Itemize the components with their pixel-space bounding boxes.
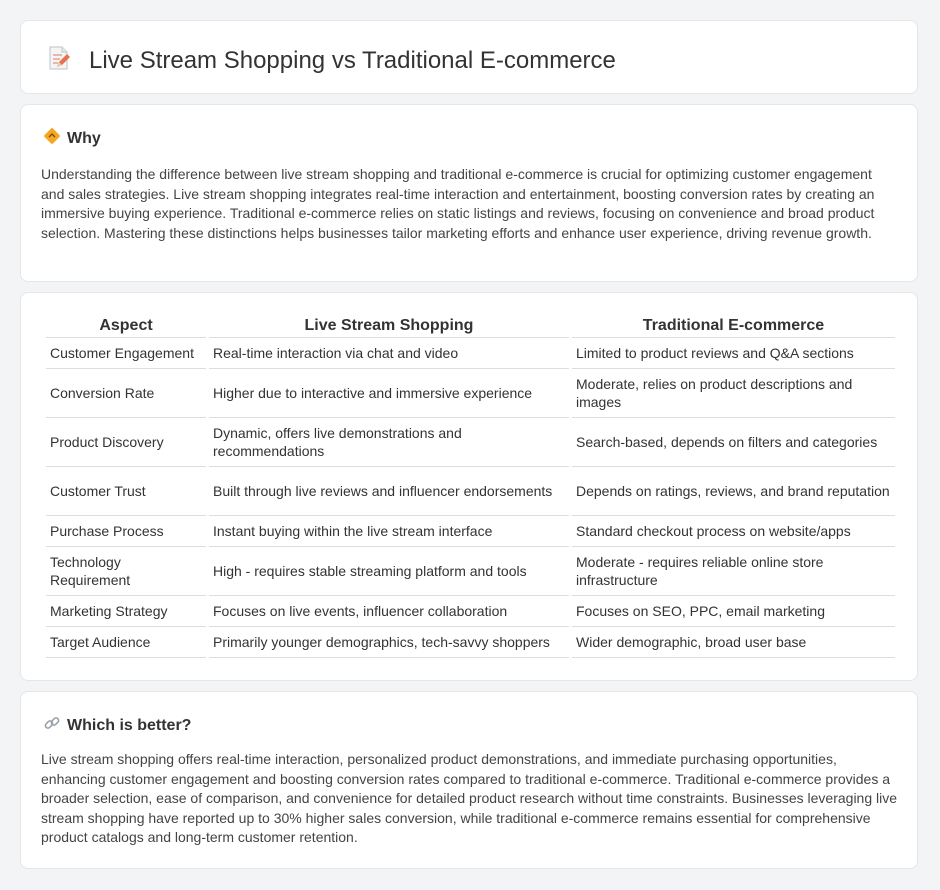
table-row: Customer Engagement Real-time interactio…	[46, 338, 895, 369]
which-better-heading: Which is better?	[67, 716, 192, 734]
table-cell: Wider demographic, broad user base	[572, 627, 895, 658]
edit-document-icon	[47, 45, 71, 76]
why-paragraph: Understanding the difference between liv…	[41, 166, 875, 241]
table-cell: Focuses on live events, influencer colla…	[209, 596, 569, 627]
table-cell: Standard checkout process on website/app…	[572, 516, 895, 547]
table-cell: Primarily younger demographics, tech-sav…	[209, 627, 569, 658]
table-cell: Marketing Strategy	[46, 596, 206, 627]
warning-sign-icon	[43, 127, 61, 150]
title-card: Live Stream Shopping vs Traditional E-co…	[20, 20, 918, 94]
table-cell: Focuses on SEO, PPC, email marketing	[572, 596, 895, 627]
comparison-section: Aspect Live Stream Shopping Traditional …	[20, 292, 918, 681]
table-cell: Real-time interaction via chat and video	[209, 338, 569, 369]
table-cell: Target Audience	[46, 627, 206, 658]
column-header: Live Stream Shopping	[209, 315, 569, 338]
table-cell: Instant buying within the live stream in…	[209, 516, 569, 547]
table-cell: Customer Trust	[46, 467, 206, 516]
which-better-paragraph: Live stream shopping offers real-time in…	[41, 751, 898, 845]
column-header: Aspect	[46, 315, 206, 338]
table-row: Product Discovery Dynamic, offers live d…	[46, 418, 895, 467]
table-row: Technology Requirement High - requires s…	[46, 547, 895, 596]
link-icon	[43, 714, 61, 737]
table-cell: Purchase Process	[46, 516, 206, 547]
table-row: Purchase Process Instant buying within t…	[46, 516, 895, 547]
page-title: Live Stream Shopping vs Traditional E-co…	[89, 46, 616, 74]
table-cell: Customer Engagement	[46, 338, 206, 369]
why-section: Why Understanding the difference between…	[20, 104, 918, 282]
table-row: Target Audience Primarily younger demogr…	[46, 627, 895, 658]
table-cell: Technology Requirement	[46, 547, 206, 596]
table-cell: Dynamic, offers live demonstrations and …	[209, 418, 569, 467]
table-cell: Limited to product reviews and Q&A secti…	[572, 338, 895, 369]
table-cell: Built through live reviews and influence…	[209, 467, 569, 516]
why-heading: Why	[67, 129, 101, 147]
table-header-row: Aspect Live Stream Shopping Traditional …	[46, 315, 895, 338]
table-cell: Product Discovery	[46, 418, 206, 467]
which-better-section: Which is better? Live stream shopping of…	[20, 691, 918, 869]
comparison-table: Aspect Live Stream Shopping Traditional …	[43, 315, 898, 658]
table-cell: Moderate - requires reliable online stor…	[572, 547, 895, 596]
table-cell: High - requires stable streaming platfor…	[209, 547, 569, 596]
table-row: Conversion Rate Higher due to interactiv…	[46, 369, 895, 418]
table-cell: Search-based, depends on filters and cat…	[572, 418, 895, 467]
table-cell: Conversion Rate	[46, 369, 206, 418]
table-row: Marketing Strategy Focuses on live event…	[46, 596, 895, 627]
table-cell: Moderate, relies on product descriptions…	[572, 369, 895, 418]
table-row: Customer Trust Built through live review…	[46, 467, 895, 516]
table-cell: Higher due to interactive and immersive …	[209, 369, 569, 418]
table-cell: Depends on ratings, reviews, and brand r…	[572, 467, 895, 516]
column-header: Traditional E-commerce	[572, 315, 895, 338]
